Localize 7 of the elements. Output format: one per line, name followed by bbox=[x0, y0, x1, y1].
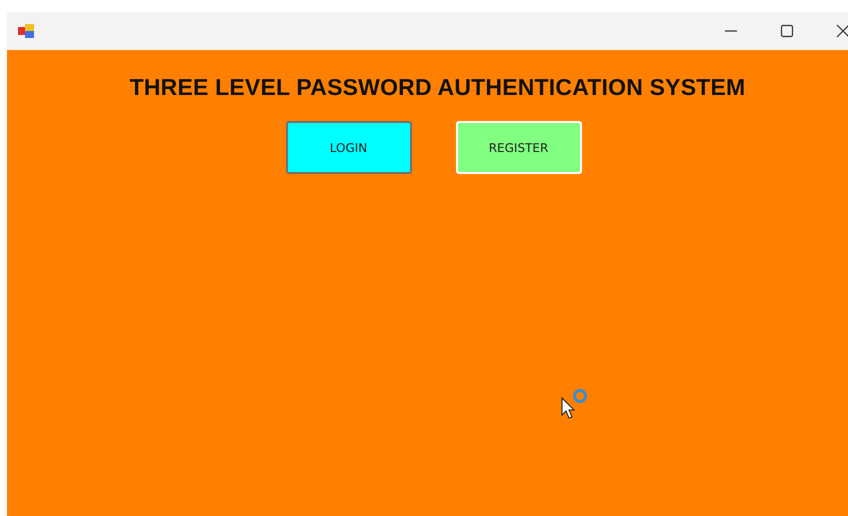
busy-cursor-icon bbox=[560, 388, 590, 420]
menu-button[interactable]: REGISTER bbox=[456, 121, 582, 174]
page-heading: THREE LEVEL PASSWORD AUTHENTICATION SYSTEM bbox=[128, 74, 746, 101]
maximize-icon[interactable] bbox=[780, 24, 794, 38]
menu-button[interactable]: LOGIN bbox=[286, 121, 412, 174]
close-icon[interactable] bbox=[836, 24, 848, 38]
app-icon bbox=[17, 23, 35, 39]
